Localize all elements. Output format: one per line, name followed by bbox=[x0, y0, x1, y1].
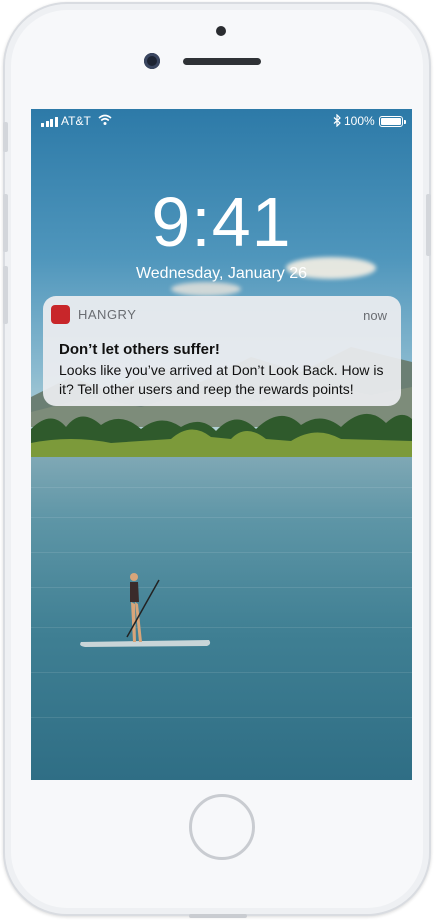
notification-timestamp: now bbox=[363, 308, 387, 323]
paddleboarder-figure bbox=[80, 573, 211, 647]
volume-up-button bbox=[3, 194, 8, 252]
signal-bars-icon bbox=[41, 117, 58, 127]
lock-screen[interactable]: AT&T 100% 9:41 Wednesday, January 26 HAN… bbox=[31, 109, 412, 780]
hangry-app-icon bbox=[51, 305, 70, 324]
wifi-icon bbox=[98, 114, 112, 125]
front-camera-icon bbox=[144, 53, 160, 69]
lock-screen-date: Wednesday, January 26 bbox=[135, 265, 308, 282]
wallpaper-trees bbox=[31, 413, 412, 459]
lock-screen-time: 9:41 bbox=[151, 183, 292, 261]
battery-percentage: 100% bbox=[344, 114, 375, 128]
battery-icon bbox=[379, 116, 406, 127]
earpiece-speaker bbox=[183, 58, 261, 65]
push-notification[interactable]: HANGRY now Don’t let others suffer! Look… bbox=[43, 296, 401, 406]
wallpaper-cloud bbox=[171, 282, 241, 296]
status-bar: AT&T 100% bbox=[31, 109, 412, 133]
lightning-port bbox=[189, 914, 247, 918]
notification-app-name: HANGRY bbox=[78, 307, 137, 322]
bluetooth-icon bbox=[333, 114, 341, 127]
power-button bbox=[426, 194, 431, 256]
notification-title: Don’t let others suffer! bbox=[59, 341, 220, 358]
home-button[interactable] bbox=[189, 794, 255, 860]
carrier-label: AT&T bbox=[61, 114, 91, 128]
notification-body: Looks like you’ve arrived at Don’t Look … bbox=[59, 362, 384, 397]
proximity-sensor bbox=[216, 26, 226, 36]
volume-down-button bbox=[3, 266, 8, 324]
mute-switch bbox=[3, 122, 8, 152]
iphone-frame: AT&T 100% 9:41 Wednesday, January 26 HAN… bbox=[3, 2, 431, 916]
battery-level bbox=[381, 118, 401, 125]
wallpaper-lake bbox=[31, 457, 412, 780]
